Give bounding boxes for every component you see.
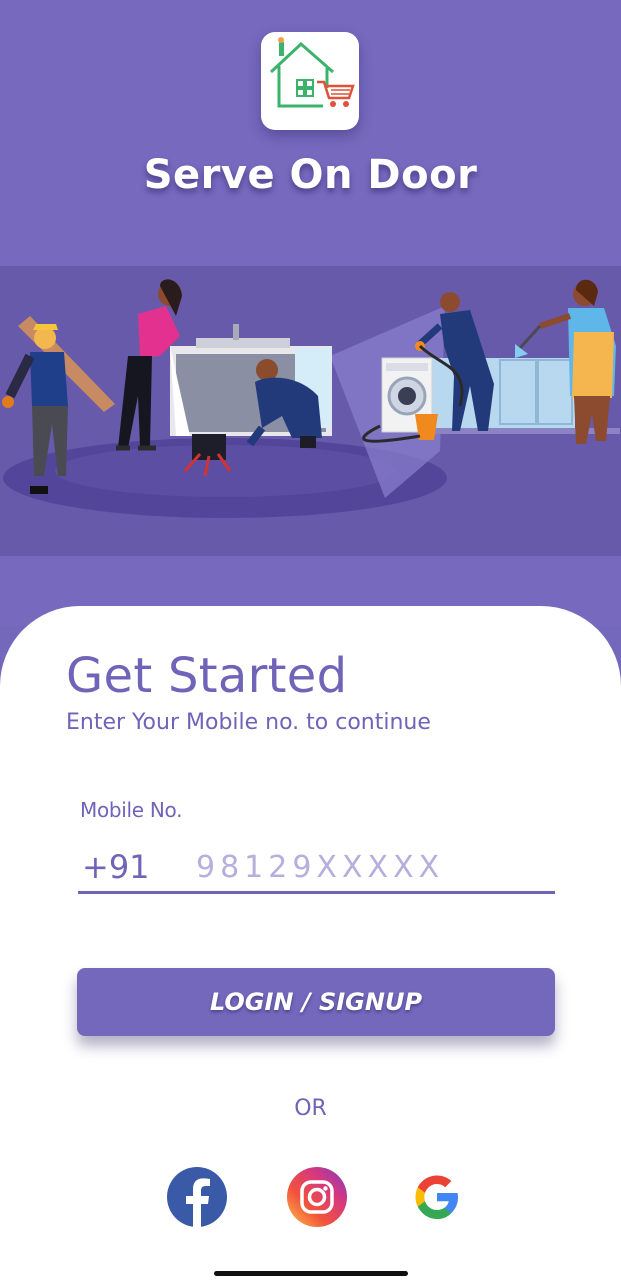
- facebook-icon: [167, 1167, 227, 1228]
- get-started-subtitle: Enter Your Mobile no. to continue: [66, 710, 431, 735]
- country-code: +91: [82, 848, 150, 886]
- google-button[interactable]: [406, 1166, 468, 1228]
- google-icon: [415, 1175, 458, 1219]
- login-signup-button[interactable]: LOGIN / SIGNUP: [77, 968, 555, 1036]
- mobile-input-underline: [78, 891, 555, 894]
- get-started-heading: Get Started: [66, 648, 348, 704]
- app-title: Serve On Door: [143, 152, 478, 198]
- app-logo: [261, 32, 359, 130]
- facebook-button[interactable]: [166, 1166, 228, 1228]
- house-cart-logo-icon: [269, 37, 355, 108]
- mobile-label: Mobile No.: [80, 798, 183, 822]
- home-services-illustration-icon: [2, 279, 620, 518]
- or-divider: OR: [294, 1096, 327, 1121]
- mobile-input[interactable]: [196, 846, 536, 888]
- home-indicator[interactable]: [214, 1271, 408, 1276]
- hero-illustration: [0, 266, 621, 556]
- instagram-icon: [287, 1167, 347, 1227]
- instagram-button[interactable]: [286, 1166, 348, 1228]
